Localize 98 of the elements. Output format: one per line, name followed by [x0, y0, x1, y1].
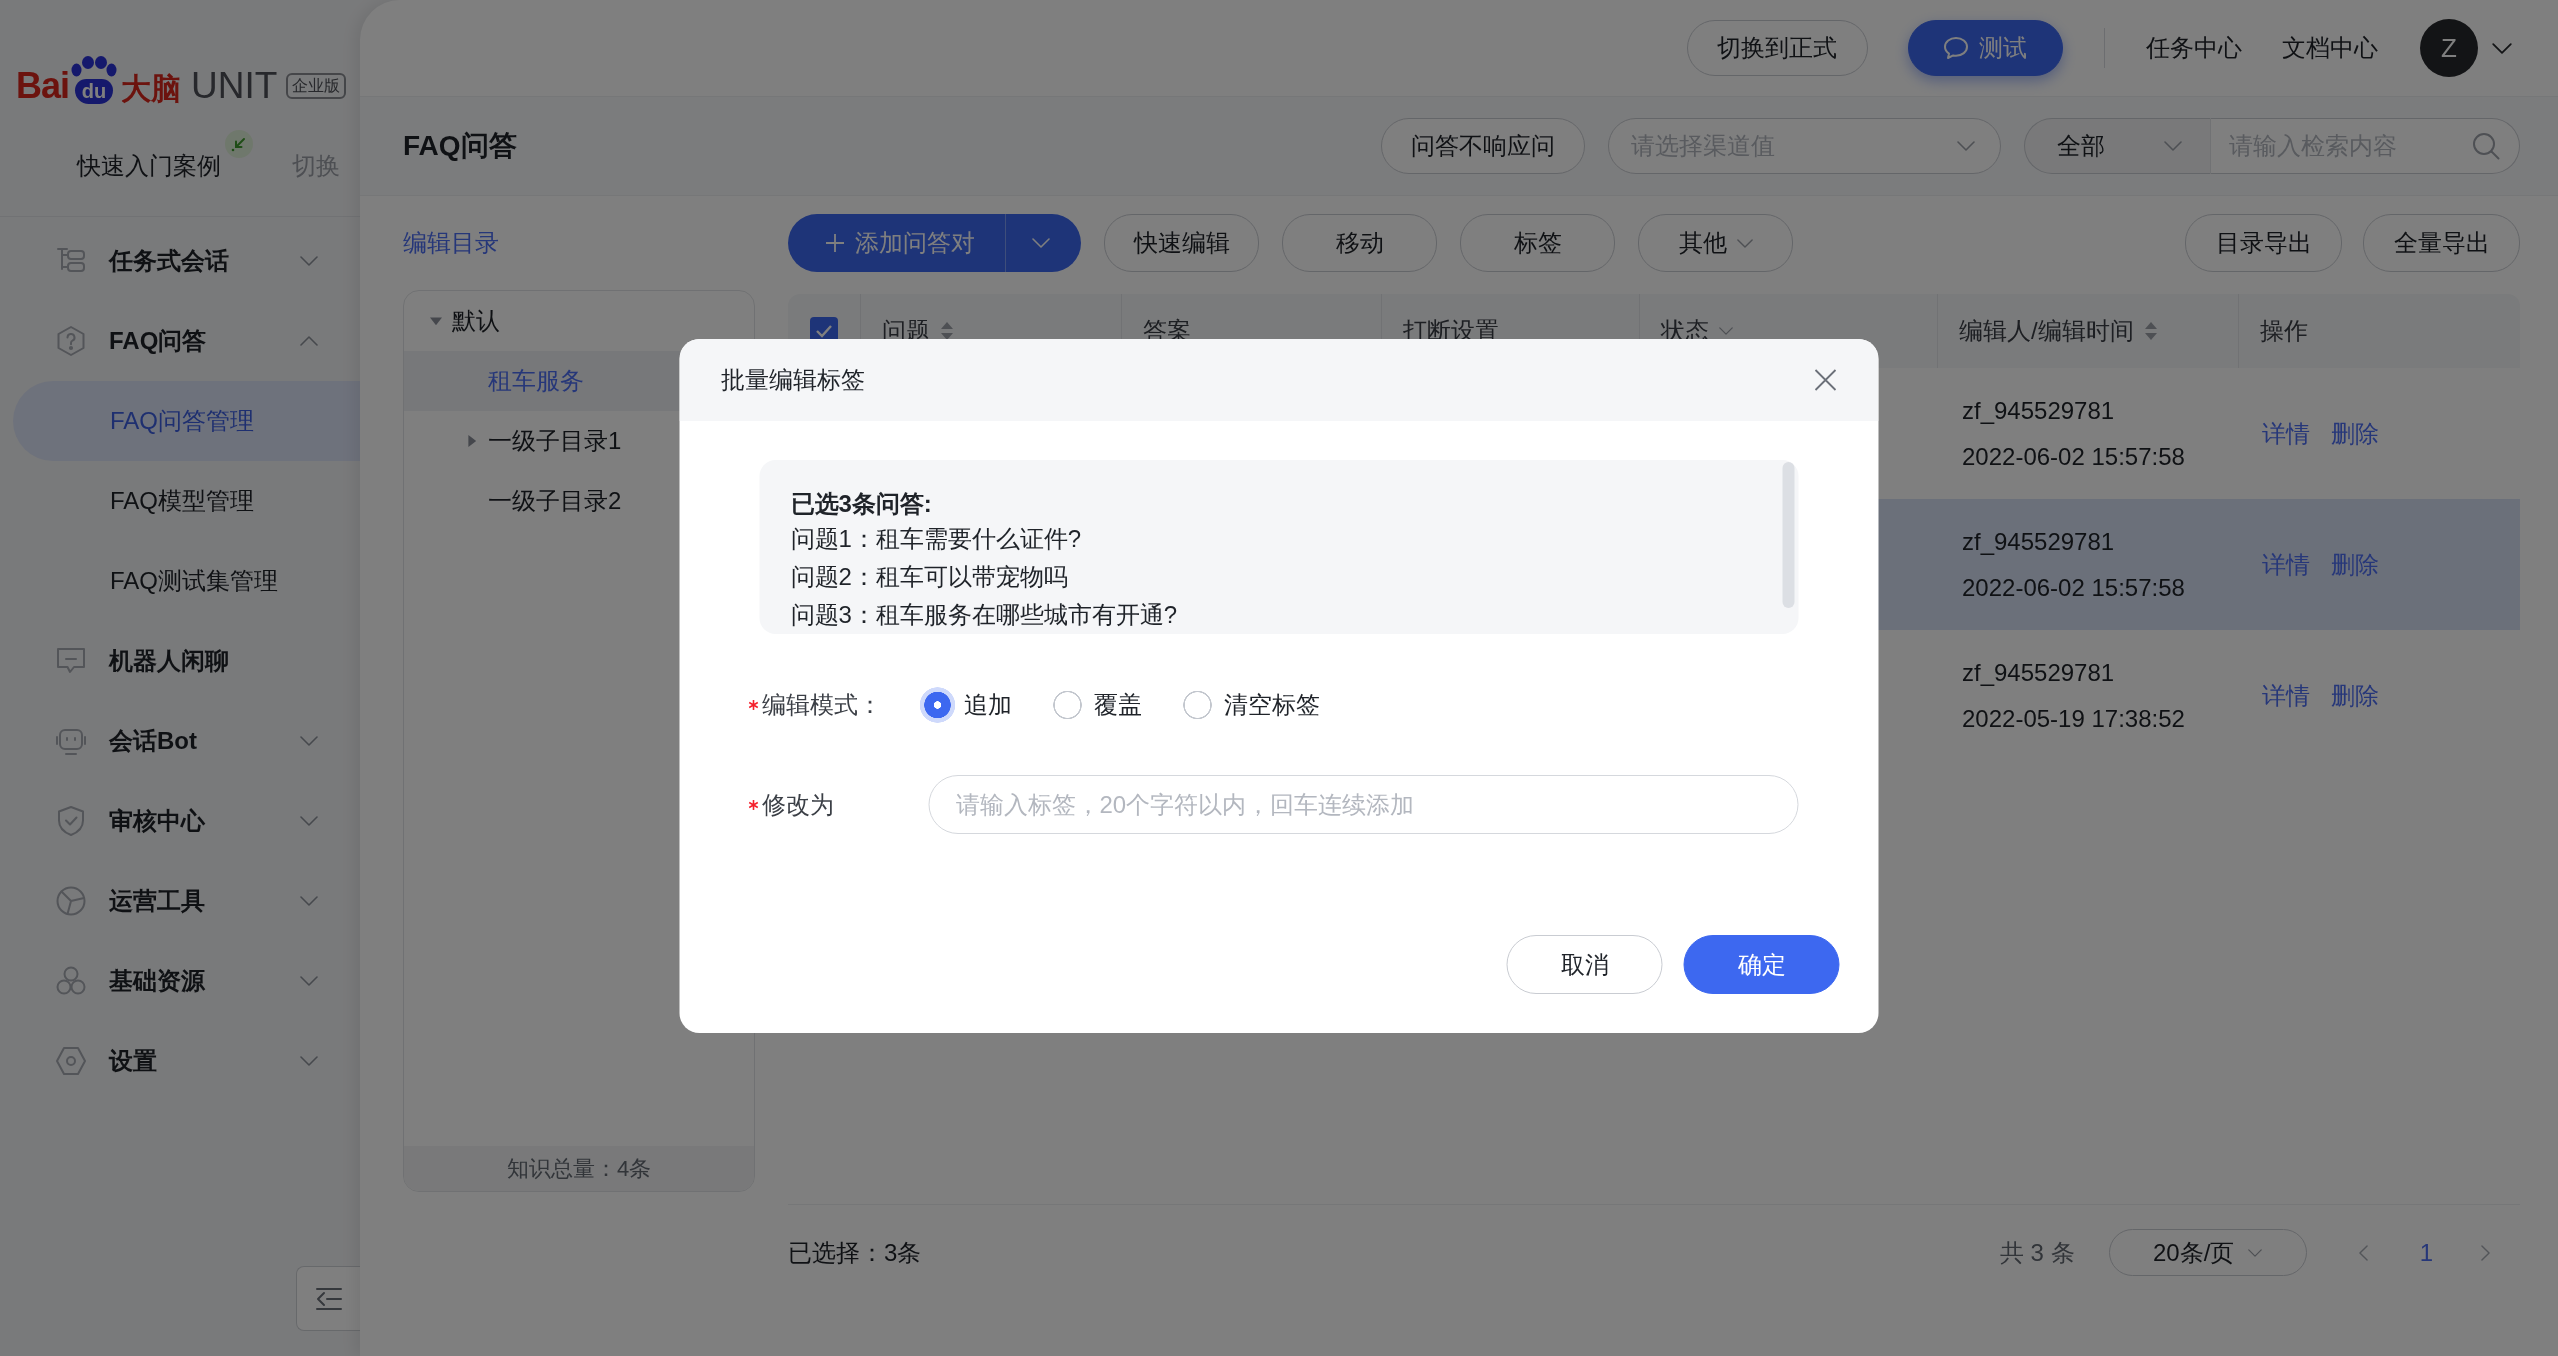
action-link[interactable]: 删除 [2331, 672, 2379, 719]
logo-text: 大脑 [121, 74, 182, 104]
action-link[interactable]: 删除 [2331, 410, 2379, 457]
toolbar-button[interactable]: 快速编辑 [1104, 214, 1259, 272]
radio-button[interactable] [919, 686, 956, 723]
action-link[interactable]: 详情 [2262, 672, 2310, 719]
export-button[interactable]: 目录导出 [2185, 214, 2342, 272]
next-page-icon[interactable] [2481, 1244, 2490, 1261]
tree-item[interactable]: 一级子目录1 [404, 411, 754, 471]
sidebar-item[interactable]: 机器人闲聊 [0, 621, 360, 701]
edit-catalog-link[interactable]: 编辑目录 [403, 227, 499, 259]
plus-icon [824, 233, 845, 253]
export-button[interactable]: 全量导出 [2363, 214, 2520, 272]
chevron-icon[interactable] [1736, 238, 1753, 248]
nav-link[interactable]: 任务中心 [2146, 32, 2242, 64]
chevron-icon[interactable] [2492, 42, 2512, 54]
toolbar-button[interactable]: 标签 [1460, 214, 1615, 272]
chevron-icon[interactable] [2248, 1248, 2263, 1257]
chevron-icon[interactable] [300, 976, 318, 986]
quick-start-label[interactable]: 快速入门案例 [77, 150, 221, 182]
chevron-icon[interactable] [1957, 141, 1975, 151]
sidebar-item[interactable]: 会话Bot [0, 701, 360, 781]
scope-select[interactable]: 全部 [2024, 118, 2210, 174]
switch-mode-button[interactable]: 切换到正式 [1686, 20, 1868, 76]
filter-chevron-icon[interactable] [1719, 327, 1733, 335]
summary-line: 问题2：租车可以带宠物吗 [790, 562, 1069, 592]
logo-paw-text: du [74, 79, 114, 104]
logo-text: Bai [16, 68, 70, 104]
confirm-button[interactable]: 确定 [1683, 935, 1840, 994]
option-label[interactable]: 覆盖 [1093, 688, 1142, 721]
field-label: 编辑模式： [761, 689, 882, 720]
scrollbar[interactable] [1782, 462, 1795, 608]
action-link[interactable]: 删除 [2331, 541, 2379, 588]
no-response-button[interactable]: 问答不响应问 [1381, 118, 1585, 174]
chevron-icon[interactable] [300, 256, 318, 266]
selected-count: 已选择：3条 [788, 1237, 922, 1268]
editor-name: zf_945529781 [1962, 526, 2115, 557]
tag-input[interactable]: 请输入标签，20个字符以内，回车连续添加 [928, 775, 1799, 834]
nav-link[interactable]: 文档中心 [2282, 32, 2378, 64]
chevron-icon[interactable] [300, 336, 318, 346]
hexagon-question-icon [55, 325, 87, 357]
hexagon-cluster-icon [55, 965, 87, 997]
column-header: 编辑人/编辑时间 [1959, 316, 2134, 346]
sidebar-subitem[interactable]: FAQ测试集管理 [13, 541, 360, 621]
summary-line: 问题3：租车服务在哪些城市有开通? [790, 600, 1179, 630]
page-title: FAQ问答 [403, 129, 517, 163]
caret-icon[interactable] [430, 315, 442, 327]
total-count: 共 3 条 [1999, 1237, 2075, 1268]
field-label: 修改为 [761, 789, 834, 820]
cancel-button[interactable]: 取消 [1506, 935, 1663, 994]
chevron-icon[interactable] [300, 1056, 318, 1066]
previous-page-icon[interactable] [2358, 1244, 2368, 1261]
collapse-sidebar-button[interactable] [296, 1266, 360, 1331]
sidebar-item[interactable]: FAQ问答 [0, 301, 360, 381]
test-button[interactable]: 测试 [1907, 20, 2063, 76]
search-icon[interactable] [2472, 132, 2500, 160]
add-qa-button[interactable]: 添加问答对 [788, 214, 1005, 272]
knowledge-total: 知识总量：4条 [404, 1146, 754, 1191]
sidebar-item[interactable]: 运营工具 [0, 861, 360, 941]
sidebar-subitem[interactable]: FAQ问答管理 [13, 381, 360, 461]
summary-heading: 已选3条问答: [790, 489, 933, 519]
sidebar-item[interactable]: 设置 [0, 1021, 360, 1101]
sidebar-item[interactable]: 任务式会话 [0, 221, 360, 301]
avatar[interactable]: Z [2420, 19, 2478, 77]
sidebar-item[interactable]: 审核中心 [0, 781, 360, 861]
caret-icon[interactable] [466, 435, 478, 447]
paw-toes-icon [71, 56, 118, 78]
settings-icon [55, 1045, 87, 1077]
edition-badge: 企业版 [286, 73, 347, 99]
toolbar-button[interactable]: 移动 [1282, 214, 1437, 272]
option-label[interactable]: 清空标签 [1223, 688, 1320, 721]
arrow-badge-icon [225, 130, 253, 158]
toolbar-button[interactable]: 其他 [1638, 214, 1793, 272]
action-link[interactable]: 详情 [2262, 410, 2310, 457]
shield-check-icon [55, 805, 87, 837]
chevron-icon[interactable] [300, 736, 318, 746]
chat-bubble-icon [1943, 36, 1969, 60]
chevron-icon[interactable] [300, 896, 318, 906]
summary-line: 问题1：租车需要什么证件? [790, 524, 1083, 554]
editor-name: zf_945529781 [1962, 395, 2115, 426]
editor-name: zf_945529781 [1962, 657, 2115, 688]
edit-time: 2022-06-02 15:57:58 [1962, 572, 2185, 603]
tree-item[interactable]: 默认 [404, 291, 754, 351]
collapse-icon [314, 1286, 343, 1311]
close-icon[interactable] [1814, 369, 1837, 391]
sidebar-subitem[interactable]: FAQ模型管理 [13, 461, 360, 541]
edit-time: 2022-05-19 17:38:52 [1962, 703, 2185, 734]
sort-icon[interactable] [940, 321, 954, 341]
chevron-icon[interactable] [300, 816, 318, 826]
edit-time: 2022-06-02 15:57:58 [1962, 441, 2185, 472]
action-link[interactable]: 详情 [2262, 541, 2310, 588]
option-label[interactable]: 追加 [963, 688, 1012, 721]
product-name: UNIT [191, 67, 278, 104]
column-header: 操作 [2260, 316, 2308, 346]
sidebar-item[interactable]: 基础资源 [0, 941, 360, 1021]
add-dropdown-button[interactable] [1005, 214, 1081, 272]
pie-chart-icon [55, 885, 87, 917]
page-number[interactable]: 1 [2419, 1238, 2433, 1267]
